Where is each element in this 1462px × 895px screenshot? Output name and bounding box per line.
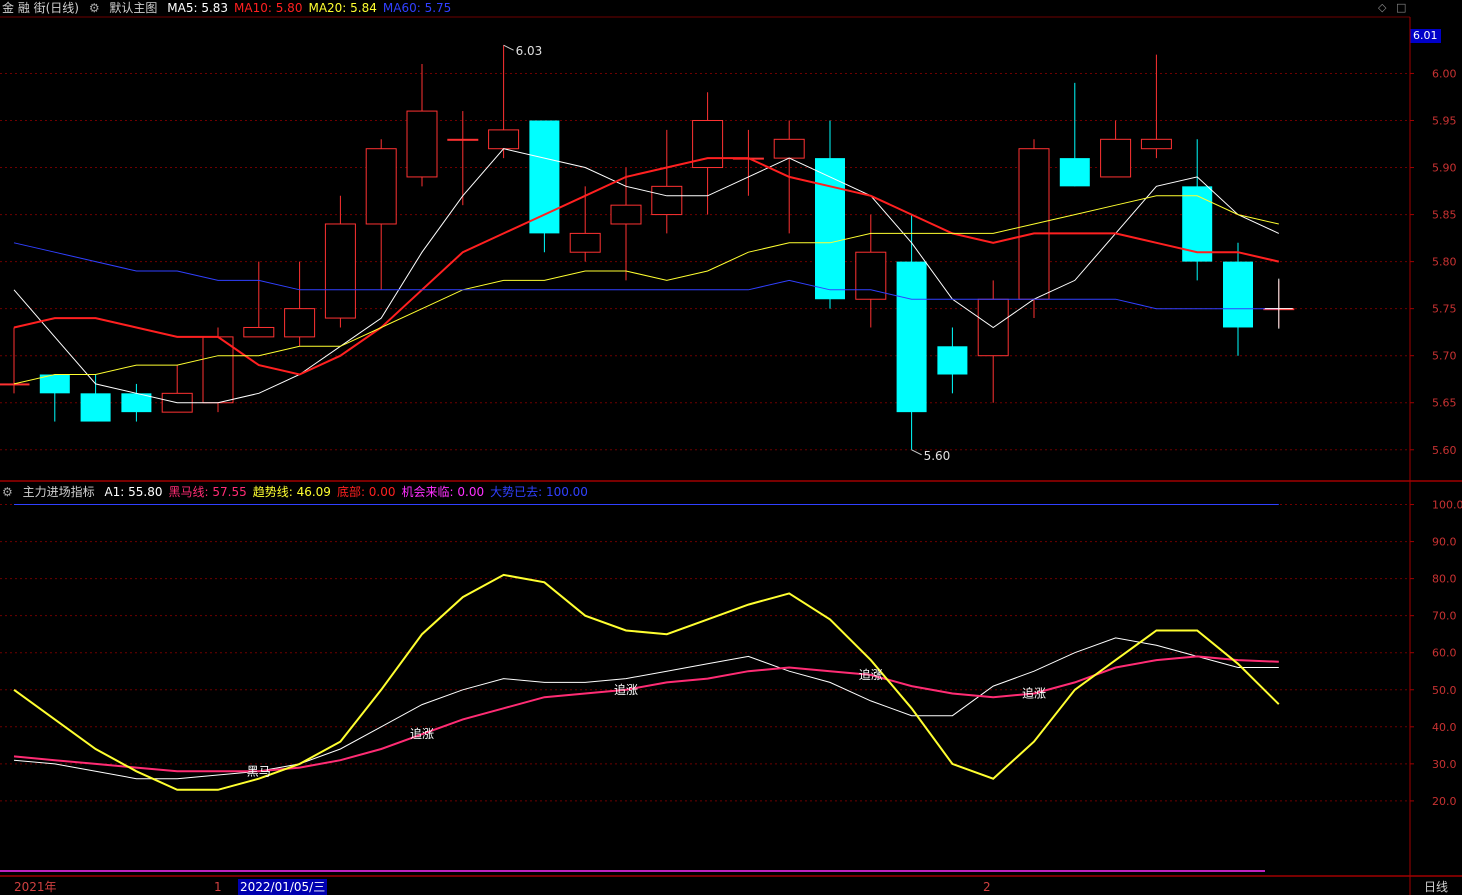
candle-body-27 <box>1100 138 1132 178</box>
indicator-tick-label-5: 70.0 <box>1432 610 1457 623</box>
indicator-line-0 <box>13 637 1279 780</box>
indicator-tick-label-7: 90.0 <box>1432 536 1457 549</box>
candle-body-28 <box>1140 138 1172 150</box>
candle-body-10 <box>406 110 438 178</box>
candle-body-5 <box>202 336 234 404</box>
signal-label-4: 追涨 <box>1022 685 1046 700</box>
candle-body-11 <box>447 138 479 141</box>
candle-body-22 <box>896 261 927 413</box>
candle-body-9 <box>365 148 397 225</box>
price-tick-label-8: 6.00 <box>1432 67 1457 80</box>
candle-body-23 <box>937 346 968 375</box>
price-tick-label-2: 5.70 <box>1432 350 1457 363</box>
candle-body-30 <box>1223 261 1253 328</box>
indicator-tick-label-3: 50.0 <box>1432 684 1457 697</box>
period-label[interactable]: 日线 <box>1424 879 1448 895</box>
price-annotation-0: 6.03 <box>516 44 543 58</box>
candle-body-13 <box>529 120 560 234</box>
indicator-line-1 <box>13 655 1279 773</box>
indicator-tick-label-1: 30.0 <box>1432 758 1457 771</box>
signal-label-1: 追涨 <box>410 726 434 741</box>
indicator-line-2 <box>13 573 1280 791</box>
candle-body-6 <box>243 326 275 338</box>
price-tick-label-6: 5.90 <box>1432 162 1457 175</box>
indicator-tick-label-2: 40.0 <box>1432 721 1457 734</box>
candle-body-14 <box>569 232 601 253</box>
candle-body-20 <box>815 158 845 300</box>
candle-body-15 <box>610 204 642 225</box>
price-tick-label-4: 5.80 <box>1432 256 1457 269</box>
indicator-tick-label-6: 80.0 <box>1432 573 1457 586</box>
cursor-date: 2022/01/05/三 <box>238 879 328 895</box>
signal-label-2: 追涨 <box>614 682 638 697</box>
indicator-tick-label-8: 100.0 <box>1432 499 1462 512</box>
price-annotation-arrow-0 <box>503 44 514 51</box>
indicator-tick-label-4: 60.0 <box>1432 647 1457 660</box>
price-tick-label-3: 5.75 <box>1432 303 1457 316</box>
price-tick-label-1: 5.65 <box>1432 397 1457 410</box>
price-tick-label-5: 5.85 <box>1432 209 1457 222</box>
candle-body-16 <box>651 185 683 216</box>
indicator-tick-label-0: 20.0 <box>1432 795 1457 808</box>
price-annotation-1: 5.60 <box>924 449 951 463</box>
candle-body-12 <box>488 129 520 150</box>
signal-label-3: 追涨 <box>859 667 883 682</box>
candle-body-7 <box>284 308 316 338</box>
signal-label-0: 黑马 <box>247 764 271 778</box>
price-annotation-arrow-1 <box>911 449 922 456</box>
candle-body-8 <box>324 223 356 319</box>
stock-chart[interactable]: 5.60 5.65 5.70 5.75 5.80 5.85 5.90 5.95 6.00 20.0… <box>0 0 1462 895</box>
price-tick-label-7: 5.95 <box>1432 114 1457 127</box>
month-label-2: 2 <box>983 880 991 894</box>
candle-body-26 <box>1059 158 1090 187</box>
candle-body-19 <box>773 138 805 159</box>
candle-body-2 <box>80 393 111 422</box>
price-tick-label-0: 5.60 <box>1432 444 1457 457</box>
month-label-1: 1 <box>214 880 222 894</box>
year-label: 2021年 <box>14 880 57 894</box>
